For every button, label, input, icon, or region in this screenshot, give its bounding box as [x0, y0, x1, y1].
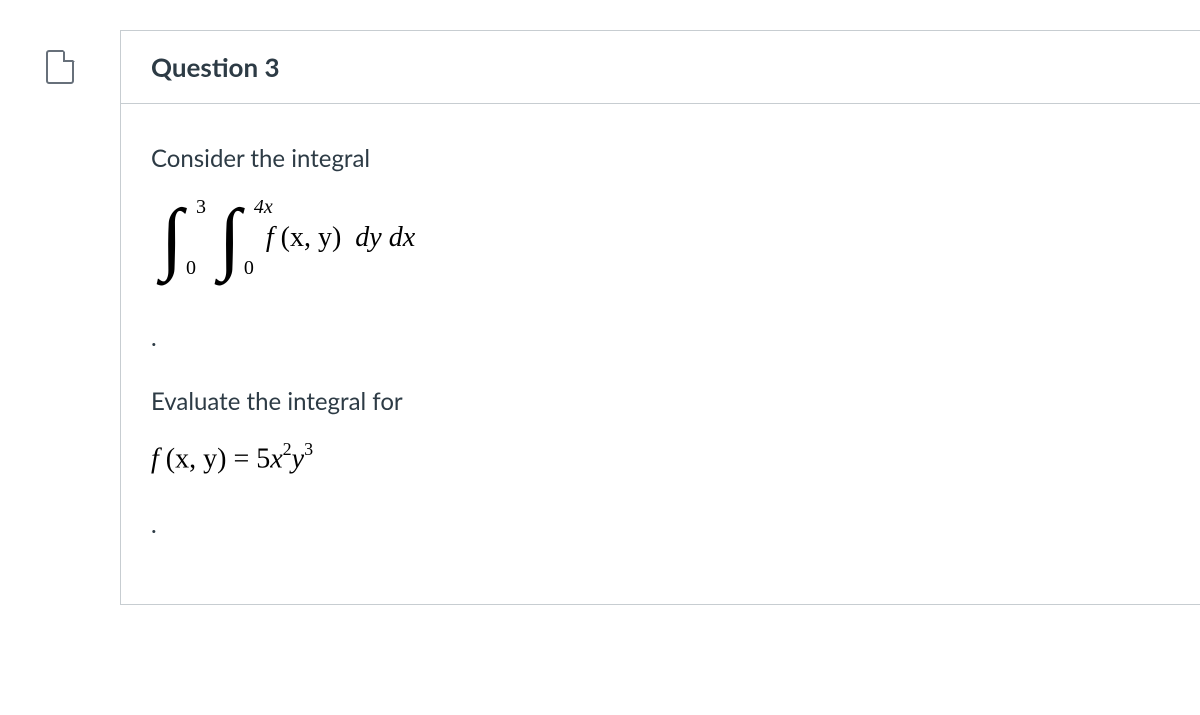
integrand: f (x, y) dy dx [266, 222, 415, 253]
question-number: Question 3 [151, 51, 1170, 83]
inner-lower-limit: 0 [244, 257, 254, 280]
outer-lower-limit: 0 [186, 257, 196, 280]
double-integral-expression: ∫ 3 0 ∫ 4x 0 f (x, y) dy dx [161, 198, 1170, 288]
inner-integral: ∫ 4x 0 [219, 198, 241, 278]
outer-integral: ∫ 3 0 [161, 198, 183, 278]
question-panel: Question 3 Consider the integral ∫ 3 0 ∫… [120, 30, 1200, 605]
inner-upper-limit: 4x [254, 196, 273, 219]
page-icon [46, 50, 74, 84]
dot-2: . [151, 510, 1170, 539]
question-container: Question 3 Consider the integral ∫ 3 0 ∫… [0, 0, 1200, 605]
outer-upper-limit: 3 [196, 196, 206, 219]
prompt-consider: Consider the integral [151, 144, 1170, 173]
dot-1: . [151, 323, 1170, 352]
function-definition: f (x, y) = 5x2y3 [151, 441, 1170, 475]
question-body: Consider the integral ∫ 3 0 ∫ 4x 0 f (x,… [121, 104, 1200, 604]
question-header: Question 3 [121, 31, 1200, 104]
icon-column [0, 30, 120, 605]
prompt-evaluate: Evaluate the integral for [151, 387, 1170, 416]
